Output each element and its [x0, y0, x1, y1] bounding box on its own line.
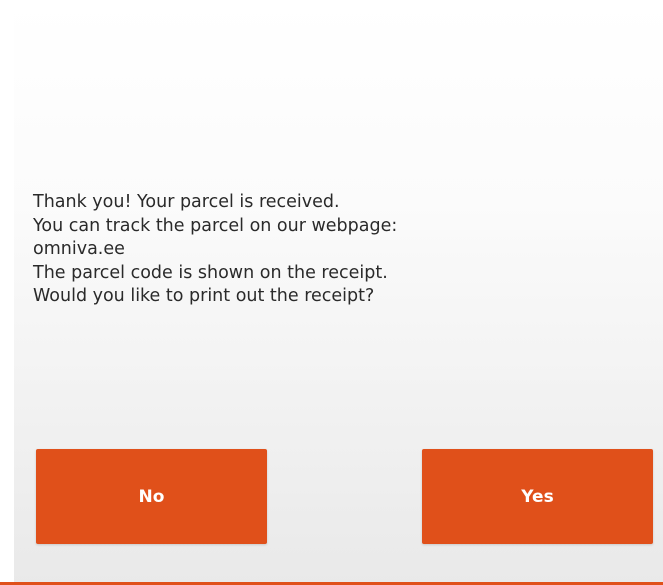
- no-button-label: No: [138, 486, 165, 507]
- message-line-thanks: Thank you! Your parcel is received.: [33, 192, 340, 212]
- no-button[interactable]: No: [36, 449, 267, 544]
- message-line-print-question: Would you like to print out the receipt?: [33, 286, 375, 306]
- confirmation-message: Thank you! Your parcel is received. You …: [33, 191, 633, 309]
- message-line-track: You can track the parcel on our webpage:: [33, 215, 398, 236]
- left-edge: [0, 0, 14, 585]
- message-line-parcel-code: The parcel code is shown on the receipt.: [33, 262, 388, 283]
- yes-button[interactable]: Yes: [422, 449, 653, 544]
- kiosk-screen: Thank you! Your parcel is received. You …: [0, 0, 663, 585]
- yes-button-label: Yes: [521, 486, 554, 507]
- message-line-website: omniva.ee: [33, 239, 125, 259]
